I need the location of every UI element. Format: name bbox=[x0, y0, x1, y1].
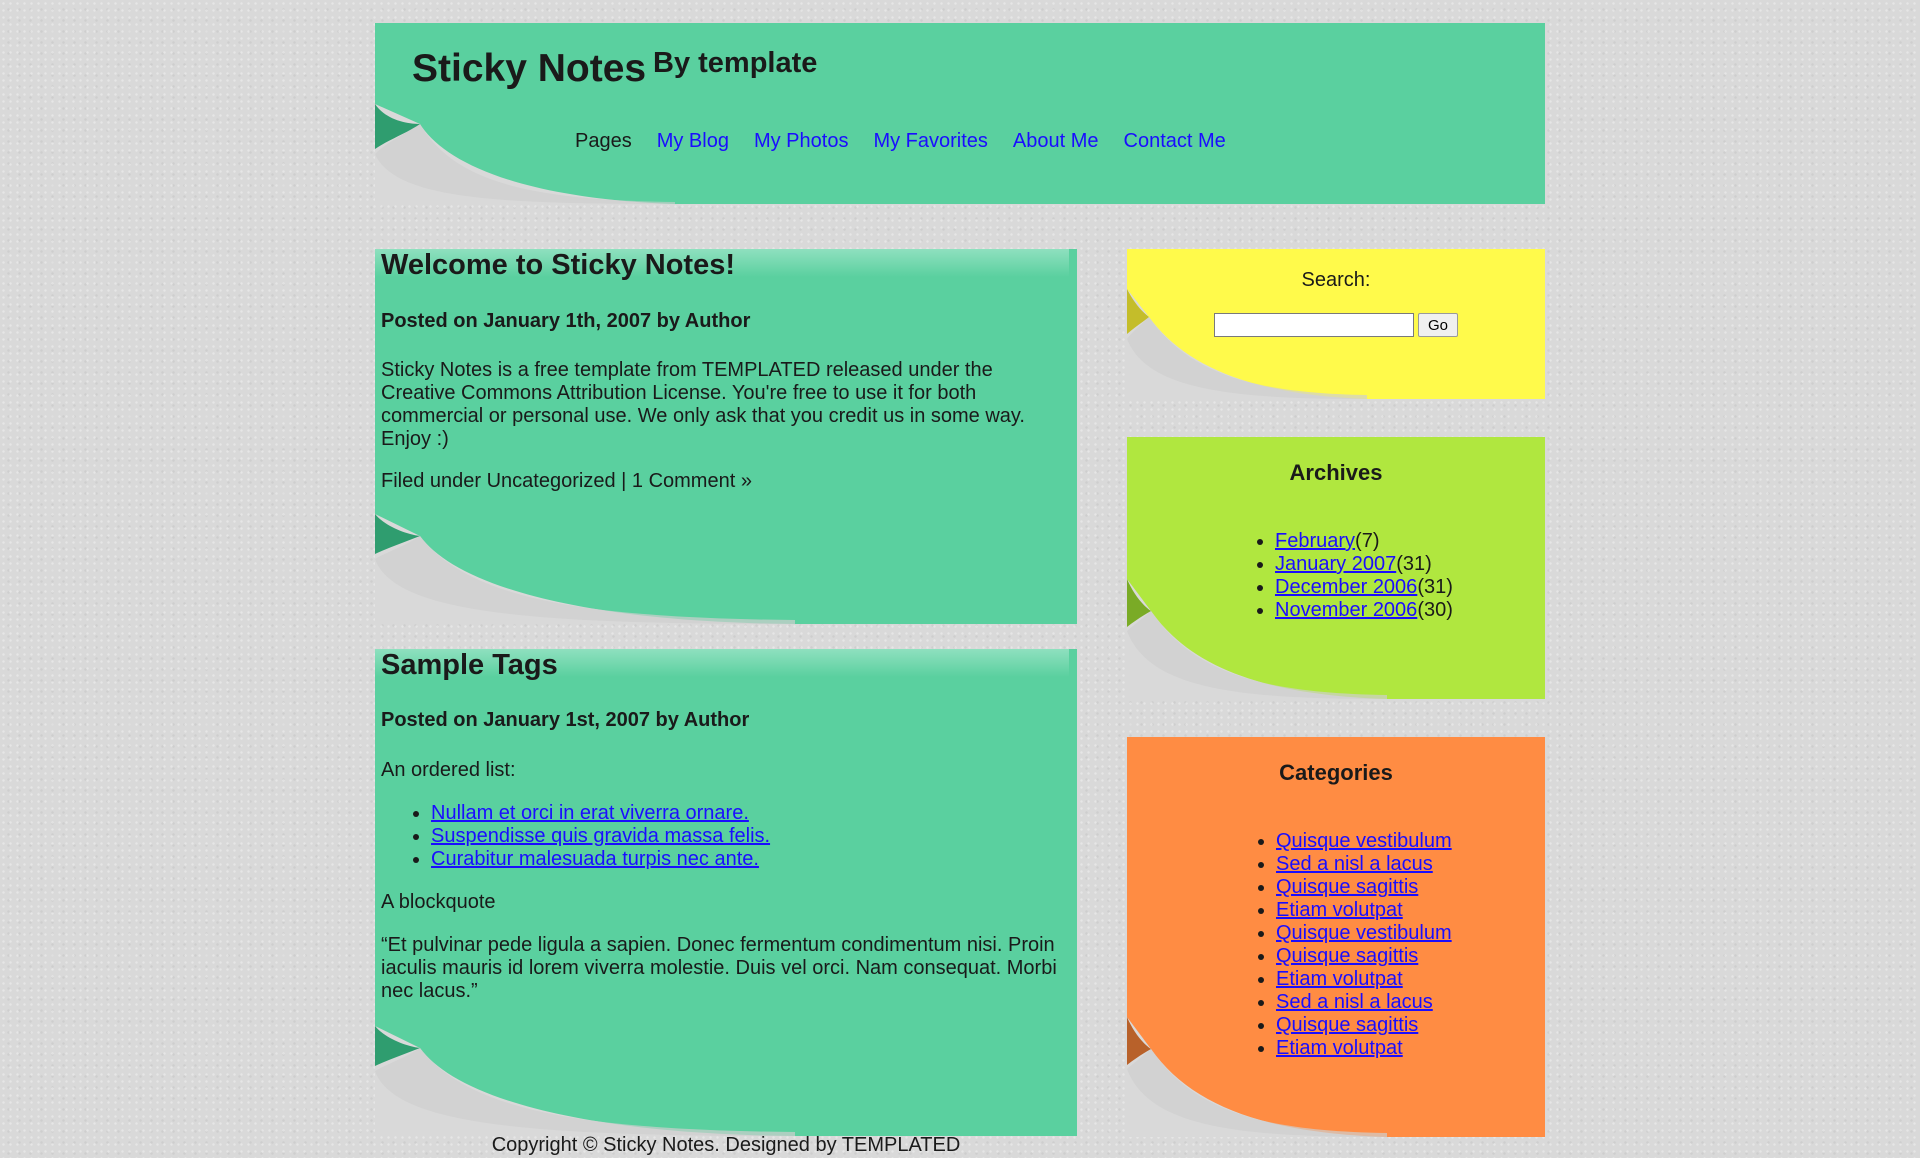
archive-count: (7) bbox=[1355, 530, 1380, 552]
post-welcome: Welcome to Sticky Notes! Posted on Janua… bbox=[375, 249, 1077, 624]
category-item: Etiam volutpat bbox=[1276, 968, 1452, 991]
archive-count: (31) bbox=[1396, 553, 1432, 575]
site-title[interactable]: Sticky Notes bbox=[412, 47, 646, 91]
page-curl-decoration bbox=[375, 1026, 795, 1136]
categories-note: Categories Quisque vestibulum Sed a nisl… bbox=[1127, 737, 1545, 1137]
search-label: Search: bbox=[1301, 269, 1371, 291]
category-item: Etiam volutpat bbox=[1276, 1037, 1452, 1060]
list-intro: An ordered list: bbox=[381, 759, 516, 781]
list-item: Suspendisse quis gravida massa felis. bbox=[431, 825, 770, 848]
archive-count: (31) bbox=[1417, 576, 1453, 598]
archive-item: February(7) bbox=[1275, 530, 1453, 553]
footer-copyright: Copyright © Sticky Notes. Designed by TE… bbox=[491, 1134, 961, 1156]
sample-list: Nullam et orci in erat viverra ornare. S… bbox=[381, 802, 770, 871]
search-input[interactable] bbox=[1214, 313, 1414, 337]
archive-count: (30) bbox=[1417, 599, 1453, 621]
nav-link-my-favorites[interactable]: My Favorites bbox=[873, 130, 987, 152]
archive-link[interactable]: November 2006 bbox=[1275, 599, 1417, 621]
category-item: Quisque sagittis bbox=[1276, 1014, 1452, 1037]
category-item: Quisque sagittis bbox=[1276, 876, 1452, 899]
category-link[interactable]: Sed a nisl a lacus bbox=[1276, 853, 1433, 875]
list-item-link[interactable]: Suspendisse quis gravida massa felis. bbox=[431, 825, 770, 847]
site-subtitle: By template bbox=[653, 47, 818, 79]
category-link[interactable]: Quisque sagittis bbox=[1276, 945, 1418, 967]
archives-list: February(7) January 2007(31) December 20… bbox=[1250, 530, 1453, 622]
archive-link[interactable]: January 2007 bbox=[1275, 553, 1396, 575]
list-item: Nullam et orci in erat viverra ornare. bbox=[431, 802, 770, 825]
post-sample-tags: Sample Tags Posted on January 1st, 2007 … bbox=[375, 649, 1077, 1136]
category-link[interactable]: Etiam volutpat bbox=[1276, 1037, 1403, 1059]
archive-item: December 2006(31) bbox=[1275, 576, 1453, 599]
nav-item-my-photos[interactable]: My Photos bbox=[754, 130, 848, 153]
nav-item-my-blog[interactable]: My Blog bbox=[657, 130, 729, 153]
category-link[interactable]: Quisque vestibulum bbox=[1276, 922, 1452, 944]
category-link[interactable]: Etiam volutpat bbox=[1276, 968, 1403, 990]
archive-link[interactable]: December 2006 bbox=[1275, 576, 1417, 598]
category-item: Quisque vestibulum bbox=[1276, 922, 1452, 945]
quote-intro: A blockquote bbox=[381, 891, 496, 913]
nav-item-pages[interactable]: Pages bbox=[575, 130, 632, 153]
archive-item: November 2006(30) bbox=[1275, 599, 1453, 622]
post-body: Sticky Notes is a free template from TEM… bbox=[381, 359, 1025, 450]
category-link[interactable]: Quisque sagittis bbox=[1276, 876, 1418, 898]
nav-item-about-me[interactable]: About Me bbox=[1013, 130, 1099, 153]
post-footer: Filed under Uncategorized | 1 Comment » bbox=[381, 470, 752, 492]
archives-note: Archives February(7) January 2007(31) De… bbox=[1127, 437, 1545, 699]
main-nav: Pages My Blog My Photos My Favorites Abo… bbox=[575, 130, 1251, 153]
nav-item-contact-me[interactable]: Contact Me bbox=[1124, 130, 1226, 153]
search-go-button[interactable]: Go bbox=[1418, 313, 1458, 337]
category-item: Sed a nisl a lacus bbox=[1276, 853, 1452, 876]
nav-item-my-favorites[interactable]: My Favorites bbox=[873, 130, 987, 153]
header-note: Sticky Notes By template Pages My Blog M… bbox=[375, 23, 1545, 204]
page-curl-decoration bbox=[375, 104, 675, 204]
archive-link[interactable]: February bbox=[1275, 530, 1355, 552]
category-item: Sed a nisl a lacus bbox=[1276, 991, 1452, 1014]
post-title[interactable]: Sample Tags bbox=[381, 649, 558, 682]
list-item-link[interactable]: Nullam et orci in erat viverra ornare. bbox=[431, 802, 749, 824]
post-meta: Posted on January 1st, 2007 by Author bbox=[381, 709, 750, 731]
nav-link-about-me[interactable]: About Me bbox=[1013, 130, 1099, 152]
post-title[interactable]: Welcome to Sticky Notes! bbox=[381, 249, 735, 282]
category-link[interactable]: Quisque vestibulum bbox=[1276, 830, 1452, 852]
page-curl-decoration bbox=[375, 514, 795, 624]
blockquote: “Et pulvinar pede ligula a sapien. Donec… bbox=[381, 934, 1057, 1002]
post-meta: Posted on January 1th, 2007 by Author bbox=[381, 310, 751, 332]
nav-link-my-photos[interactable]: My Photos bbox=[754, 130, 848, 152]
category-item: Quisque sagittis bbox=[1276, 945, 1452, 968]
categories-list: Quisque vestibulum Sed a nisl a lacus Qu… bbox=[1251, 830, 1452, 1060]
category-item: Etiam volutpat bbox=[1276, 899, 1452, 922]
list-item-link[interactable]: Curabitur malesuada turpis nec ante. bbox=[431, 848, 759, 870]
search-note: Search: Go bbox=[1127, 249, 1545, 399]
category-link[interactable]: Etiam volutpat bbox=[1276, 899, 1403, 921]
list-item: Curabitur malesuada turpis nec ante. bbox=[431, 848, 770, 871]
archives-title: Archives bbox=[1289, 460, 1383, 485]
nav-link-my-blog[interactable]: My Blog bbox=[657, 130, 729, 152]
category-link[interactable]: Sed a nisl a lacus bbox=[1276, 991, 1433, 1013]
page-curl-decoration bbox=[1127, 289, 1367, 399]
nav-link-contact-me[interactable]: Contact Me bbox=[1124, 130, 1226, 152]
categories-title: Categories bbox=[1279, 760, 1393, 785]
category-item: Quisque vestibulum bbox=[1276, 830, 1452, 853]
archive-item: January 2007(31) bbox=[1275, 553, 1453, 576]
category-link[interactable]: Quisque sagittis bbox=[1276, 1014, 1418, 1036]
